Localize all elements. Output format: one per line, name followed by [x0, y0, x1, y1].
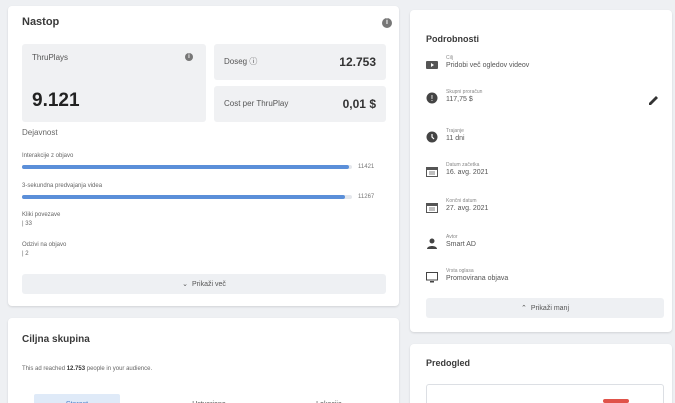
- detail-value: 16. avg. 2021: [446, 169, 489, 176]
- activity-value-interactions: 11421: [358, 164, 375, 170]
- info-icon[interactable]: i: [382, 18, 392, 28]
- reach-tile: Doseg ⓘ 12.753: [214, 44, 386, 80]
- thruplays-value: 9.121: [32, 90, 80, 111]
- detail-value: 27. avg. 2021: [446, 205, 489, 212]
- audience-card: Ciljna skupina This ad reached 12.753 pe…: [8, 318, 399, 403]
- details-title: Podrobnosti: [426, 34, 479, 44]
- person-icon: [426, 236, 438, 249]
- detail-value: Smart AD: [446, 241, 476, 248]
- performance-title: Nastop: [22, 16, 60, 28]
- activity-label-interactions: Interakcije z objavo: [22, 153, 74, 159]
- preview-title: Predogled: [426, 358, 471, 368]
- activity-label-video-plays: 3-sekundna predvajanja videa: [22, 183, 103, 189]
- tab-age[interactable]: Starost: [34, 394, 120, 403]
- activity-bar-interactions: [22, 165, 352, 169]
- cost-per-thruplay-label: Cost per ThruPlay: [224, 99, 289, 108]
- activity-label: Dejavnost: [22, 128, 58, 137]
- activity-bar-fill: [22, 195, 346, 199]
- detail-label: Skupni proračun: [446, 89, 483, 95]
- video-icon: [426, 57, 438, 69]
- activity-label-link-clicks: Kliki povezave: [22, 212, 61, 218]
- preview-accent: [603, 399, 629, 403]
- detail-row-objective: Cilj Pridobi več ogledov videov: [426, 55, 666, 79]
- detail-label: Avtor: [446, 234, 458, 240]
- monitor-icon: [426, 270, 438, 283]
- detail-label: Cilj: [446, 55, 453, 61]
- info-icon[interactable]: ⓘ: [249, 57, 257, 66]
- budget-icon: !: [426, 91, 438, 104]
- thruplays-tile: ThruPlays i 9.121: [22, 44, 206, 122]
- detail-value: Promovirana objava: [446, 275, 509, 282]
- reach-value: 12.753: [339, 55, 376, 69]
- activity-bar-fill: [22, 165, 349, 169]
- activity-bar-video-plays: [22, 195, 352, 199]
- see-less-button[interactable]: ⌃ Prikaži manj: [426, 298, 664, 318]
- detail-row-start-date: Datum začetka 16. avg. 2021: [426, 162, 666, 186]
- activity-value-reactions: | 2: [22, 251, 29, 257]
- info-icon[interactable]: i: [185, 53, 193, 61]
- activity-value-link-clicks: | 33: [22, 221, 32, 227]
- see-less-label: Prikaži manj: [530, 304, 569, 312]
- detail-label: Trajanje: [446, 128, 464, 134]
- reach-label: Doseg ⓘ: [224, 57, 258, 66]
- detail-label: Datum začetka: [446, 162, 480, 168]
- cost-per-thruplay-value: 0,01 $: [342, 97, 376, 111]
- see-more-label: Prikaži več: [192, 280, 226, 288]
- preview-card: Predogled: [410, 344, 672, 403]
- thruplays-label: ThruPlays: [32, 53, 69, 62]
- tab-location[interactable]: Lokacija: [286, 394, 372, 403]
- cost-per-thruplay-tile: Cost per ThruPlay 0,01 $: [214, 86, 386, 122]
- activity-value-video-plays: 11267: [358, 194, 375, 200]
- detail-row-duration: Trajanje 11 dni: [426, 128, 666, 152]
- detail-value: 117,75 $: [446, 96, 473, 103]
- see-more-button[interactable]: ⌄ Prikaži več: [22, 274, 386, 294]
- audience-reach-text: This ad reached 12.753 people in your au…: [22, 366, 153, 372]
- detail-row-budget: ! Skupni proračun 117,75 $: [426, 89, 666, 113]
- chevron-up-icon: ⌃: [521, 305, 527, 312]
- audience-title: Ciljna skupina: [22, 334, 90, 345]
- activity-label-reactions: Odzivi na objavo: [22, 242, 67, 248]
- detail-row-author: Avtor Smart AD: [426, 234, 666, 258]
- calendar-icon: [426, 200, 438, 213]
- edit-icon[interactable]: [648, 93, 659, 111]
- detail-row-end-date: Končni datum 27. avg. 2021: [426, 198, 666, 222]
- performance-card: Nastop i ThruPlays i 9.121 Doseg ⓘ 12.75…: [8, 6, 399, 306]
- preview-frame: [426, 384, 664, 403]
- detail-value: Pridobi več ogledov videov: [446, 62, 530, 69]
- details-card: Podrobnosti Cilj Pridobi več ogledov vid…: [410, 10, 672, 332]
- detail-row-ad-type: Vrsta oglasa Promovirana objava: [426, 268, 666, 292]
- clock-icon: [426, 130, 438, 143]
- detail-label: Končni datum: [446, 198, 477, 204]
- svg-text:!: !: [430, 94, 433, 103]
- calendar-icon: [426, 164, 438, 177]
- detail-value: 11 dni: [446, 135, 465, 142]
- chevron-down-icon: ⌄: [182, 281, 189, 288]
- detail-label: Vrsta oglasa: [446, 268, 474, 274]
- tab-created[interactable]: Ustvarjeno: [166, 394, 252, 403]
